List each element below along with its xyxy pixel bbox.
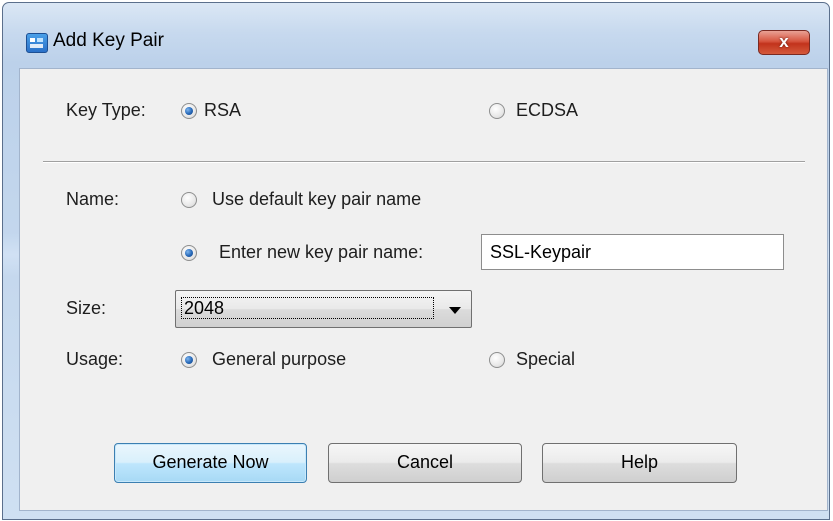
cancel-button[interactable]: Cancel (328, 443, 522, 483)
new-name-radio-label[interactable]: Enter new key pair name: (219, 242, 423, 263)
chevron-down-icon (449, 307, 461, 314)
key-type-label: Key Type: (66, 100, 146, 120)
size-dropdown[interactable]: 2048 (175, 290, 472, 328)
new-name-radio[interactable] (181, 245, 197, 261)
key-pair-app-icon (26, 33, 48, 53)
rsa-radio-label[interactable]: RSA (204, 100, 241, 121)
rsa-radio[interactable] (181, 103, 197, 119)
special-radio-label[interactable]: Special (516, 349, 575, 370)
separator (43, 161, 805, 163)
default-name-radio-label[interactable]: Use default key pair name (212, 189, 421, 210)
general-purpose-radio-label[interactable]: General purpose (212, 349, 346, 370)
help-button[interactable]: Help (542, 443, 737, 483)
key-pair-name-input[interactable]: SSL-Keypair (481, 234, 784, 270)
close-button[interactable]: x (758, 30, 810, 55)
close-icon: x (779, 32, 789, 51)
size-selected-value: 2048 (181, 297, 434, 319)
window-title: Add Key Pair (53, 30, 164, 51)
ecdsa-radio-label[interactable]: ECDSA (516, 100, 578, 121)
default-name-radio[interactable] (181, 192, 197, 208)
size-label: Size: (66, 298, 107, 318)
ecdsa-radio[interactable] (489, 103, 505, 119)
general-purpose-radio[interactable] (181, 352, 197, 368)
name-label: Name: (66, 189, 120, 209)
usage-label: Usage: (66, 349, 124, 369)
generate-now-button[interactable]: Generate Now (114, 443, 307, 483)
special-radio[interactable] (489, 352, 505, 368)
